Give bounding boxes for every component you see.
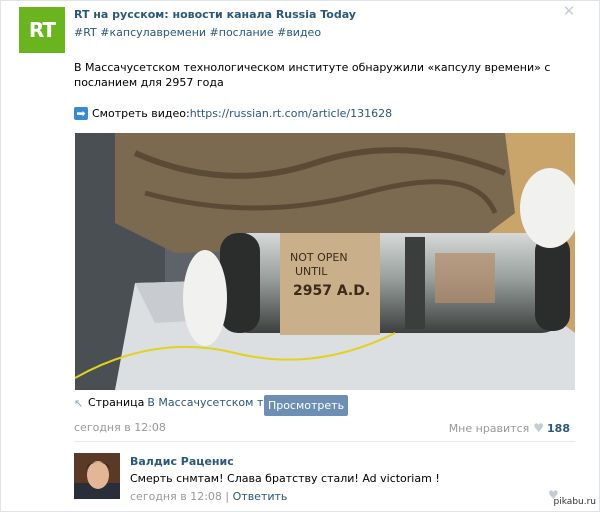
arrow-right-icon: ➡ xyxy=(74,107,88,120)
page-label: Страница xyxy=(88,396,145,409)
comment-date[interactable]: сегодня в 12:08 xyxy=(130,490,222,503)
comment-meta: сегодня в 12:08 | Ответить xyxy=(130,490,287,503)
post-author-link[interactable]: RT на русском: новости канала Russia Tod… xyxy=(74,8,356,21)
svg-text:NOT OPEN: NOT OPEN xyxy=(290,251,348,264)
post-hashtags[interactable]: #RT #капсулавремени #послание #видео xyxy=(74,26,321,39)
watermark: pikabu.ru xyxy=(553,497,596,507)
user-photo xyxy=(74,453,120,499)
close-icon[interactable]: ✕ xyxy=(562,4,576,19)
comment-text: Смерть снмтам! Слава братству стали! Ad … xyxy=(130,472,440,485)
video-link[interactable]: https://russian.rt.com/article/131628 xyxy=(190,107,392,120)
like-label: Мне нравится xyxy=(448,421,530,435)
video-prefix: Смотреть видео: xyxy=(92,107,190,120)
svg-text:2957 A.D.: 2957 A.D. xyxy=(293,283,370,299)
video-line: ➡ Смотреть видео: https://russian.rt.com… xyxy=(74,107,392,120)
community-avatar[interactable]: RT xyxy=(19,7,65,53)
post-date[interactable]: сегодня в 12:08 xyxy=(74,421,166,434)
post-photo[interactable]: NOT OPEN UNTIL 2957 A.D. xyxy=(75,133,575,390)
comment-separator: | xyxy=(221,490,233,503)
like-count: 188 xyxy=(547,421,570,435)
view-button[interactable]: Просмотреть xyxy=(264,395,348,416)
svg-text:UNTIL: UNTIL xyxy=(295,265,328,278)
page-attachment: ↖ Страница В Массачусетском техн.. xyxy=(74,396,291,410)
comment-avatar[interactable] xyxy=(74,453,120,499)
like-button[interactable]: Мне нравится ♥ 188 xyxy=(449,421,570,435)
page-icon: ↖ xyxy=(74,396,84,410)
reply-button[interactable]: Ответить xyxy=(233,490,288,503)
comments-divider xyxy=(74,441,575,442)
comment-author[interactable]: Валдис Раценис xyxy=(130,455,234,468)
time-capsule-image: NOT OPEN UNTIL 2957 A.D. xyxy=(75,133,575,390)
heart-icon: ♥ xyxy=(533,421,545,435)
post-text: В Массачусетском технологическом институ… xyxy=(74,61,551,89)
rt-logo-text: RT xyxy=(28,18,56,42)
